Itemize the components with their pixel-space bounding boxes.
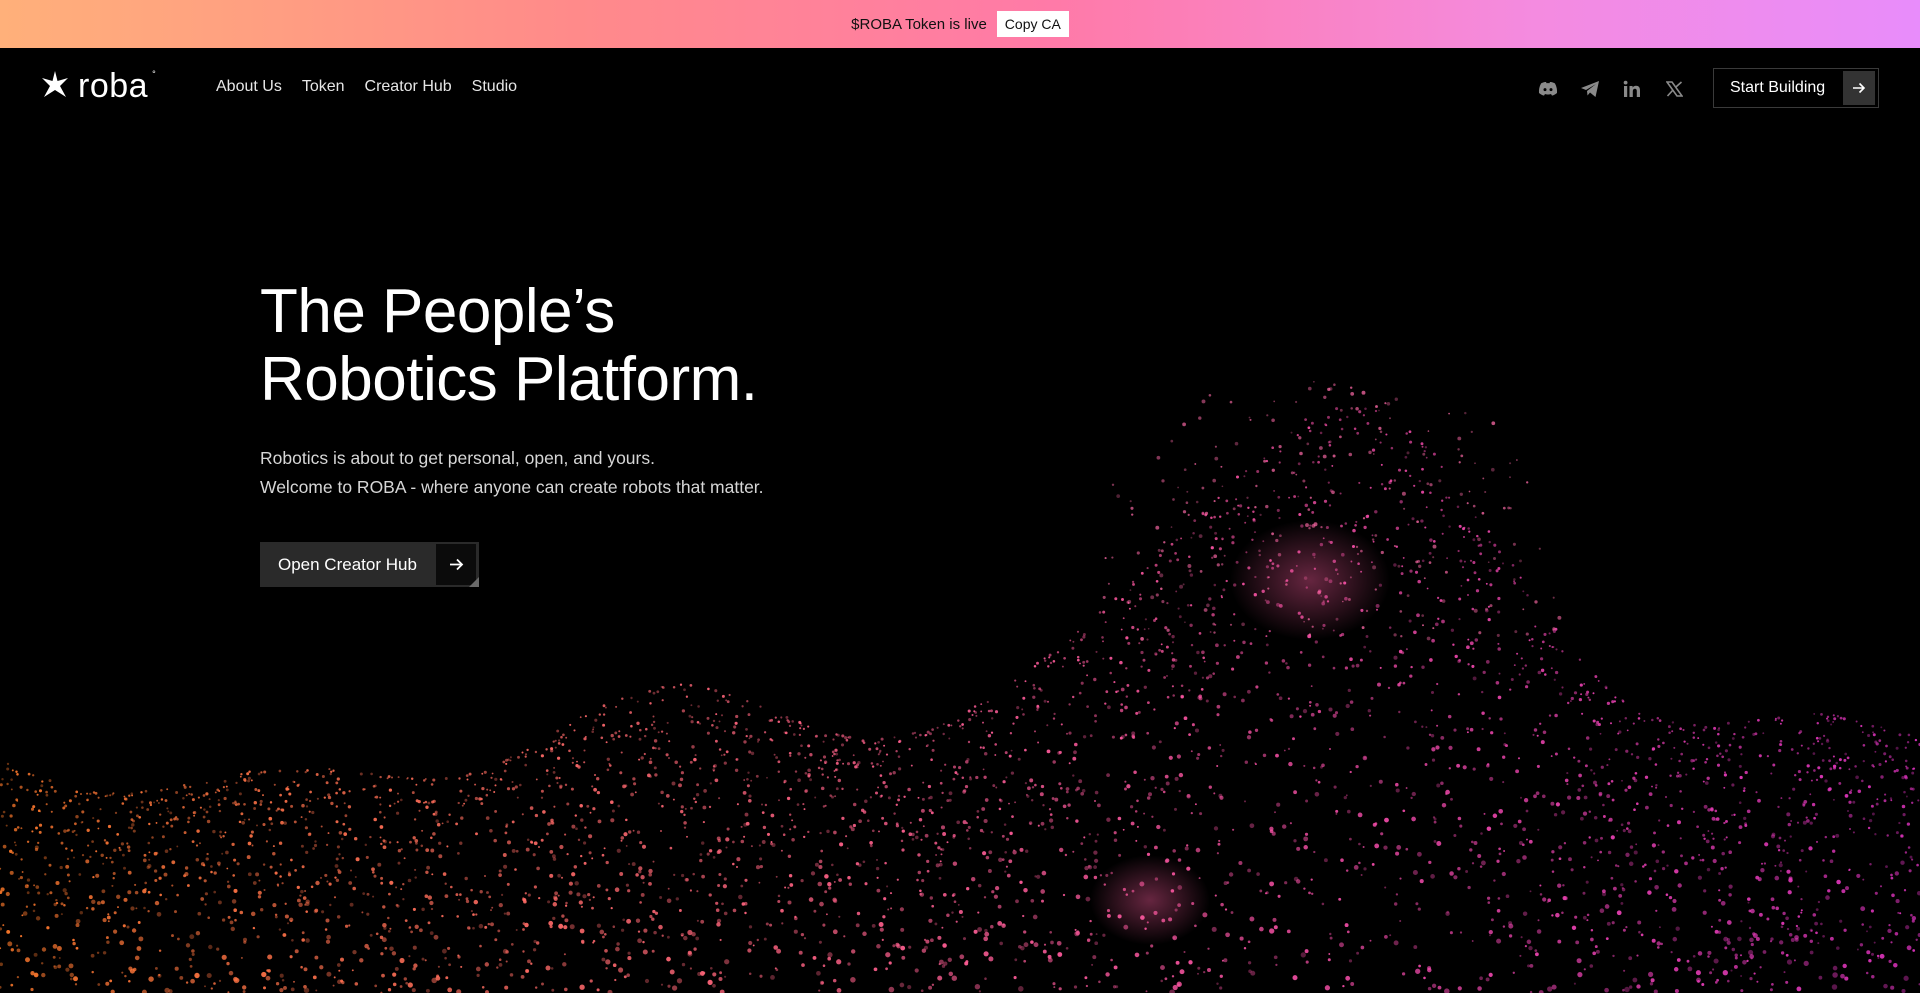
hero-subtitle-line-1: Robotics is about to get personal, open,…	[260, 448, 655, 468]
hero-subtitle-line-2: Welcome to ROBA - where anyone can creat…	[260, 477, 764, 497]
logo-registered-mark: °	[152, 68, 156, 79]
discord-icon[interactable]	[1537, 78, 1559, 100]
start-building-button[interactable]: Start Building	[1713, 68, 1879, 108]
telegram-icon[interactable]	[1579, 78, 1601, 100]
hero-subtitle: Robotics is about to get personal, open,…	[260, 444, 764, 502]
star-logo-icon	[40, 70, 70, 105]
open-creator-hub-label: Open Creator Hub	[278, 554, 417, 574]
hero-section: The People’s Robotics Platform. Robotics…	[260, 278, 764, 502]
linkedin-icon[interactable]	[1621, 78, 1643, 100]
arrow-right-icon	[1843, 71, 1875, 105]
hero-title-line-2: Robotics Platform.	[260, 345, 758, 414]
nav-link-creator-hub[interactable]: Creator Hub	[365, 78, 452, 96]
hero-title-line-1: The People’s	[260, 277, 615, 346]
nav-link-token[interactable]: Token	[302, 78, 345, 96]
top-nav: roba ° About Us Token Creator Hub Studio	[0, 48, 1920, 128]
logo[interactable]: roba °	[40, 66, 160, 105]
start-building-label: Start Building	[1730, 79, 1826, 96]
arrow-right-icon	[436, 544, 479, 587]
hero-title: The People’s Robotics Platform.	[260, 278, 764, 414]
x-icon[interactable]	[1663, 78, 1685, 100]
announcement-banner: $ROBA Token is live Copy CA	[0, 0, 1920, 48]
nav-link-about-us[interactable]: About Us	[216, 78, 282, 96]
copy-ca-button[interactable]: Copy CA	[996, 11, 1069, 37]
nav-links: About Us Token Creator Hub Studio	[216, 78, 517, 96]
social-links	[1537, 78, 1685, 100]
nav-link-studio[interactable]: Studio	[472, 78, 517, 96]
logo-text: roba	[78, 66, 149, 105]
open-creator-hub-button[interactable]: Open Creator Hub	[260, 542, 479, 587]
banner-text: $ROBA Token is live	[851, 15, 987, 33]
